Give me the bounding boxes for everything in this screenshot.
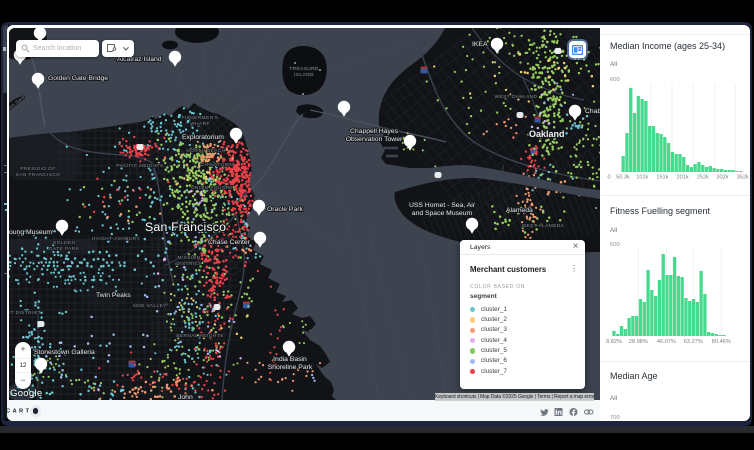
svg-text:0: 0 — [607, 175, 610, 181]
svg-text:63.27%: 63.27% — [684, 339, 703, 345]
svg-text:302k: 302k — [716, 175, 728, 181]
svg-text:8.82%: 8.82% — [606, 339, 622, 345]
svg-text:151k: 151k — [656, 175, 668, 181]
svg-text:50.3k: 50.3k — [616, 175, 630, 181]
svg-text:252k: 252k — [697, 175, 709, 181]
svg-text:80.46%: 80.46% — [712, 339, 731, 345]
svg-text:352k: 352k — [737, 175, 749, 181]
svg-text:201k: 201k — [677, 175, 689, 181]
svg-text:101k: 101k — [636, 175, 648, 181]
svg-text:46.07%: 46.07% — [657, 339, 676, 345]
svg-text:28.98%: 28.98% — [629, 339, 648, 345]
